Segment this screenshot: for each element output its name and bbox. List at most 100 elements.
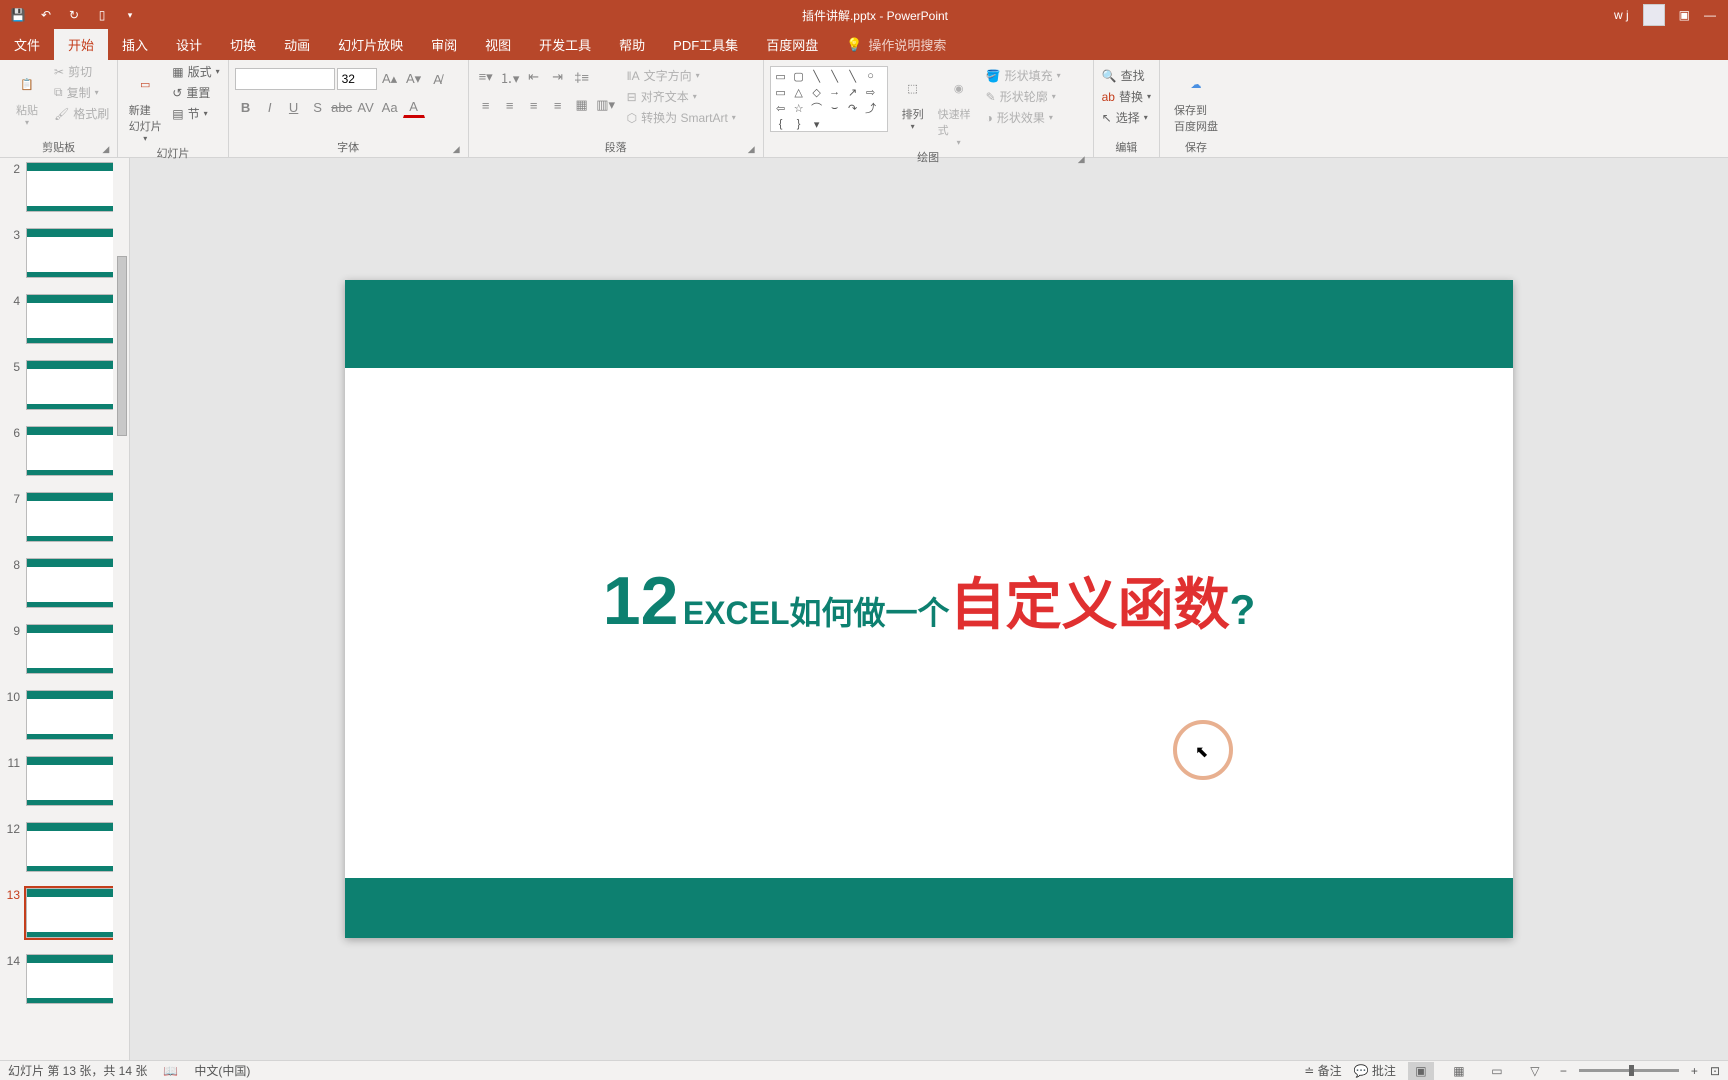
reading-view-button[interactable]: ▭ <box>1484 1062 1510 1080</box>
fit-to-window-button[interactable]: ⊡ <box>1710 1064 1720 1078</box>
smartart-button[interactable]: ⬡转换为 SmartArt ▾ <box>625 108 738 127</box>
align-center-button[interactable]: ≡ <box>499 94 521 116</box>
current-slide[interactable]: 12 EXCEL如何做一个自定义函数? ⬉ <box>345 280 1513 938</box>
align-text-button[interactable]: ⊟对齐文本 ▾ <box>625 87 738 106</box>
notes-button[interactable]: ≐ 备注 <box>1304 1062 1341 1079</box>
bold-button[interactable]: B <box>235 96 257 118</box>
section-button[interactable]: ▤节 ▾ <box>170 104 221 123</box>
decrease-indent-button[interactable]: ⇤ <box>523 66 545 88</box>
spellcheck-icon[interactable]: 📖 <box>163 1064 178 1078</box>
char-spacing-button[interactable]: AV <box>355 96 377 118</box>
tab-developer[interactable]: 开发工具 <box>525 29 605 60</box>
thumbnail-4[interactable]: 4 <box>0 290 129 356</box>
slide-sorter-view-button[interactable]: ▦ <box>1446 1062 1472 1080</box>
clipboard-launcher-icon[interactable]: ◢ <box>102 144 109 155</box>
minimize-icon[interactable]: — <box>1704 8 1716 22</box>
shape-outline-button[interactable]: ✎形状轮廓 ▾ <box>984 87 1063 106</box>
new-slide-button[interactable]: ▭ 新建 幻灯片 ▾ <box>124 62 166 143</box>
select-button[interactable]: ↖选择 ▾ <box>1100 108 1153 127</box>
change-case-button[interactable]: Aa <box>379 96 401 118</box>
zoom-slider[interactable] <box>1579 1069 1679 1072</box>
copy-button[interactable]: ⧉复制 ▾ <box>52 83 111 102</box>
format-painter-button[interactable]: 🖌格式刷 <box>52 104 111 123</box>
text-direction-button[interactable]: ‖A文字方向 ▾ <box>625 66 738 85</box>
replace-button[interactable]: ab替换 ▾ <box>1100 87 1153 106</box>
save-icon[interactable]: 💾 <box>10 7 26 23</box>
shapes-gallery[interactable]: ▭▢╲╲╲○▭ △◇→↗⇨⇦☆ ⌒⌣↷⤴{}▾ <box>770 66 888 132</box>
font-launcher-icon[interactable]: ◢ <box>453 144 460 155</box>
thumbnail-2[interactable]: 2 <box>0 158 129 224</box>
normal-view-button[interactable]: ▣ <box>1408 1062 1434 1080</box>
user-name[interactable]: w j <box>1614 8 1629 22</box>
align-right-button[interactable]: ≡ <box>523 94 545 116</box>
start-from-beginning-icon[interactable]: ▯ <box>94 7 110 23</box>
thumbnail-3[interactable]: 3 <box>0 224 129 290</box>
clear-formatting-icon[interactable]: A̸ <box>427 68 449 90</box>
tab-pdf[interactable]: PDF工具集 <box>659 29 752 60</box>
paste-button[interactable]: 📋 粘贴 ▾ <box>6 62 48 127</box>
tab-baidu[interactable]: 百度网盘 <box>752 29 832 60</box>
shadow-button[interactable]: S <box>307 96 329 118</box>
font-size-select[interactable] <box>337 68 377 90</box>
scrollbar-thumb[interactable] <box>117 256 127 436</box>
strikethrough-button[interactable]: abc <box>331 96 353 118</box>
arrange-button[interactable]: ⬚ 排列▾ <box>892 66 934 131</box>
language-indicator[interactable]: 中文(中国) <box>194 1062 250 1079</box>
numbering-button[interactable]: ⒈▾ <box>499 66 521 88</box>
thumbnail-9[interactable]: 9 <box>0 620 129 686</box>
thumbnail-12[interactable]: 12 <box>0 818 129 884</box>
tab-slideshow[interactable]: 幻灯片放映 <box>324 29 417 60</box>
thumbnail-14[interactable]: 14 <box>0 950 129 1016</box>
avatar[interactable] <box>1643 4 1665 26</box>
thumbnail-5[interactable]: 5 <box>0 356 129 422</box>
increase-font-icon[interactable]: A▴ <box>379 68 401 90</box>
thumbnail-7[interactable]: 7 <box>0 488 129 554</box>
ribbon-display-icon[interactable]: ▣ <box>1679 8 1690 22</box>
columns-button[interactable]: ▥▾ <box>595 94 617 116</box>
tab-file[interactable]: 文件 <box>0 29 54 60</box>
redo-icon[interactable]: ↻ <box>66 7 82 23</box>
tab-transitions[interactable]: 切换 <box>216 29 270 60</box>
comments-button[interactable]: 💬 批注 <box>1354 1062 1396 1079</box>
zoom-out-button[interactable]: − <box>1560 1064 1567 1078</box>
slide-editor[interactable]: 12 EXCEL如何做一个自定义函数? ⬉ <box>130 158 1728 1060</box>
layout-button[interactable]: ▦版式 ▾ <box>170 62 221 81</box>
thumbnail-10[interactable]: 10 <box>0 686 129 752</box>
find-button[interactable]: 🔍查找 <box>1100 66 1153 85</box>
cut-button[interactable]: ✂剪切 <box>52 62 111 81</box>
tab-review[interactable]: 审阅 <box>417 29 471 60</box>
underline-button[interactable]: U <box>283 96 305 118</box>
bullets-button[interactable]: ≡▾ <box>475 66 497 88</box>
italic-button[interactable]: I <box>259 96 281 118</box>
decrease-font-icon[interactable]: A▾ <box>403 68 425 90</box>
tab-insert[interactable]: 插入 <box>108 29 162 60</box>
tab-help[interactable]: 帮助 <box>605 29 659 60</box>
thumbnail-13[interactable]: 13 <box>0 884 129 950</box>
thumbnail-scrollbar[interactable] <box>113 158 129 1060</box>
tell-me[interactable]: 💡 操作说明搜索 <box>832 29 960 60</box>
shape-fill-button[interactable]: 🪣形状填充 ▾ <box>984 66 1063 85</box>
thumbnail-8[interactable]: 8 <box>0 554 129 620</box>
slideshow-view-button[interactable]: ▽ <box>1522 1062 1548 1080</box>
align-left-button[interactable]: ≡ <box>475 94 497 116</box>
slide-counter[interactable]: 幻灯片 第 13 张，共 14 张 <box>8 1062 147 1079</box>
thumbnail-6[interactable]: 6 <box>0 422 129 488</box>
increase-indent-button[interactable]: ⇥ <box>547 66 569 88</box>
tab-animations[interactable]: 动画 <box>270 29 324 60</box>
save-to-baidu-button[interactable]: ☁ 保存到 百度网盘 <box>1166 62 1226 134</box>
line-spacing-button[interactable]: ‡≡ <box>571 66 593 88</box>
undo-icon[interactable]: ↶ <box>38 7 54 23</box>
thumbnail-11[interactable]: 11 <box>0 752 129 818</box>
distributed-button[interactable]: ▦ <box>571 94 593 116</box>
font-family-select[interactable] <box>235 68 335 90</box>
paragraph-launcher-icon[interactable]: ◢ <box>748 144 755 155</box>
tab-design[interactable]: 设计 <box>162 29 216 60</box>
font-color-button[interactable]: A <box>403 96 425 118</box>
tab-home[interactable]: 开始 <box>54 29 108 60</box>
justify-button[interactable]: ≡ <box>547 94 569 116</box>
shape-effects-button[interactable]: ◑形状效果 ▾ <box>984 108 1063 127</box>
quick-styles-button[interactable]: ◉ 快速样式▾ <box>938 66 980 147</box>
zoom-in-button[interactable]: + <box>1691 1064 1698 1078</box>
reset-button[interactable]: ↺重置 <box>170 83 221 102</box>
qat-customize-icon[interactable]: ▾ <box>122 7 138 23</box>
